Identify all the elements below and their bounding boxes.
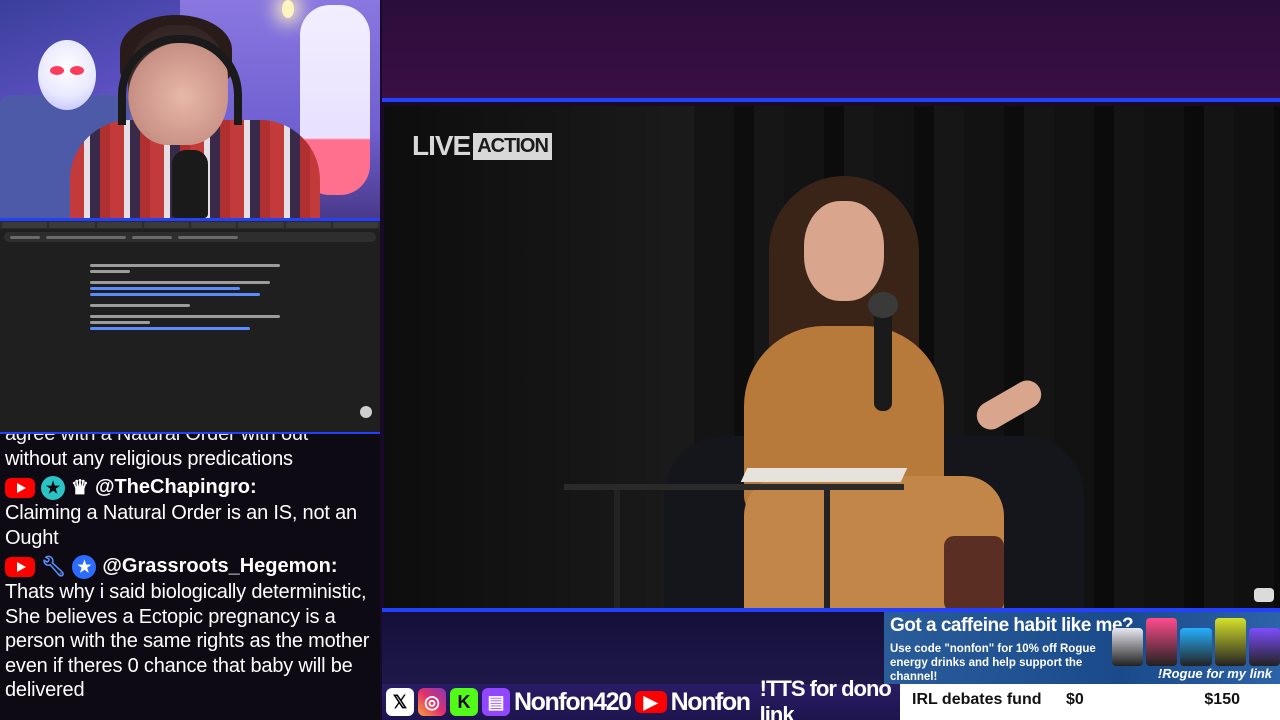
mask-eye-left — [50, 66, 64, 75]
social-handle: Nonfon420 — [514, 688, 632, 716]
moderator-badge-icon: ★ — [41, 475, 65, 500]
webcam-feed — [0, 0, 380, 218]
mask-eye-right — [70, 66, 84, 75]
youtube-icon — [5, 477, 35, 498]
chat-partial-line: agree with a Natural Order with out — [5, 432, 309, 445]
promo-body: Use code "nonfon" for 10% off Rogue ener… — [890, 643, 1096, 683]
tts-notice: !TTS for dono link — [759, 676, 892, 720]
kick-icon: K — [450, 688, 478, 716]
energy-drink-can — [1146, 618, 1178, 666]
energy-drink-can — [1180, 628, 1212, 666]
chat-overlay: agree with a Natural Order with out with… — [0, 432, 380, 720]
lamp-light — [282, 0, 294, 18]
wrench-icon: 🔧︎ — [41, 556, 67, 578]
promo-tagline: !Rogue for my link — [1157, 666, 1272, 681]
chat-author-row: 🔧︎ ★ @Grassroots_Hegemon: — [0, 550, 380, 580]
chat-author-row: ★ ♛ @TheChapingro: — [0, 471, 380, 501]
goal-target: $150 — [1204, 691, 1240, 708]
goal-title: IRL debates fund — [912, 691, 1042, 708]
table-leg — [824, 490, 830, 612]
energy-drink-can — [1214, 618, 1246, 666]
social-bar: 𝕏 ◎ K ▤ Nonfon420 ▶ Nonfon !TTS for dono… — [382, 676, 900, 720]
browser-tabs — [0, 221, 380, 229]
main-video: LIVE ACTION — [384, 106, 1280, 612]
microphone-head — [868, 292, 898, 318]
bottom-panel — [382, 612, 884, 684]
document-content — [90, 261, 290, 333]
donation-goal: IRL debates fund $0 $150 — [900, 684, 1280, 720]
logo-live-text: LIVE — [412, 130, 471, 161]
instagram-icon: ◎ — [418, 688, 446, 716]
member-badge-icon: ★ — [72, 554, 97, 579]
youtube-watermark-icon — [1254, 588, 1274, 602]
table-leg — [614, 490, 620, 612]
sponsor-promo: Got a caffeine habit like me? Use code "… — [884, 612, 1280, 684]
promo-heading: Got a caffeine habit like me? — [890, 615, 1134, 636]
live-action-logo: LIVE ACTION — [412, 130, 552, 162]
top-banner — [382, 0, 1280, 102]
twitch-icon: ▤ — [482, 688, 510, 716]
chat-author-name: @Grassroots_Hegemon: — [102, 555, 338, 577]
chat-message-text: without any religious predications — [5, 447, 293, 470]
energy-drink-can — [1248, 628, 1280, 666]
x-icon: 𝕏 — [386, 688, 414, 716]
chat-message-text: Thats why i said biologically determinis… — [5, 581, 370, 701]
decorative-mask — [38, 40, 96, 110]
gear-icon — [360, 406, 372, 418]
chat-author-name: @TheChapingro: — [94, 476, 257, 498]
youtube-icon — [5, 556, 35, 577]
browser-address-bar — [4, 232, 376, 242]
microphone-icon — [172, 150, 208, 218]
energy-drink-cans — [1112, 616, 1280, 666]
youtube-handle: Nonfon — [670, 688, 751, 716]
youtube-icon: ▶ — [634, 691, 667, 713]
energy-drink-can — [1112, 628, 1144, 666]
screen-share — [0, 218, 380, 432]
speaker-face — [804, 201, 884, 301]
chat-message-text: Claiming a Natural Order is an IS, not a… — [5, 502, 357, 549]
speaker-boot — [944, 536, 1004, 612]
goal-current: $0 — [1066, 691, 1084, 708]
logo-action-text: ACTION — [473, 132, 552, 160]
papers — [740, 468, 908, 482]
crown-icon: ♛ — [71, 477, 89, 499]
